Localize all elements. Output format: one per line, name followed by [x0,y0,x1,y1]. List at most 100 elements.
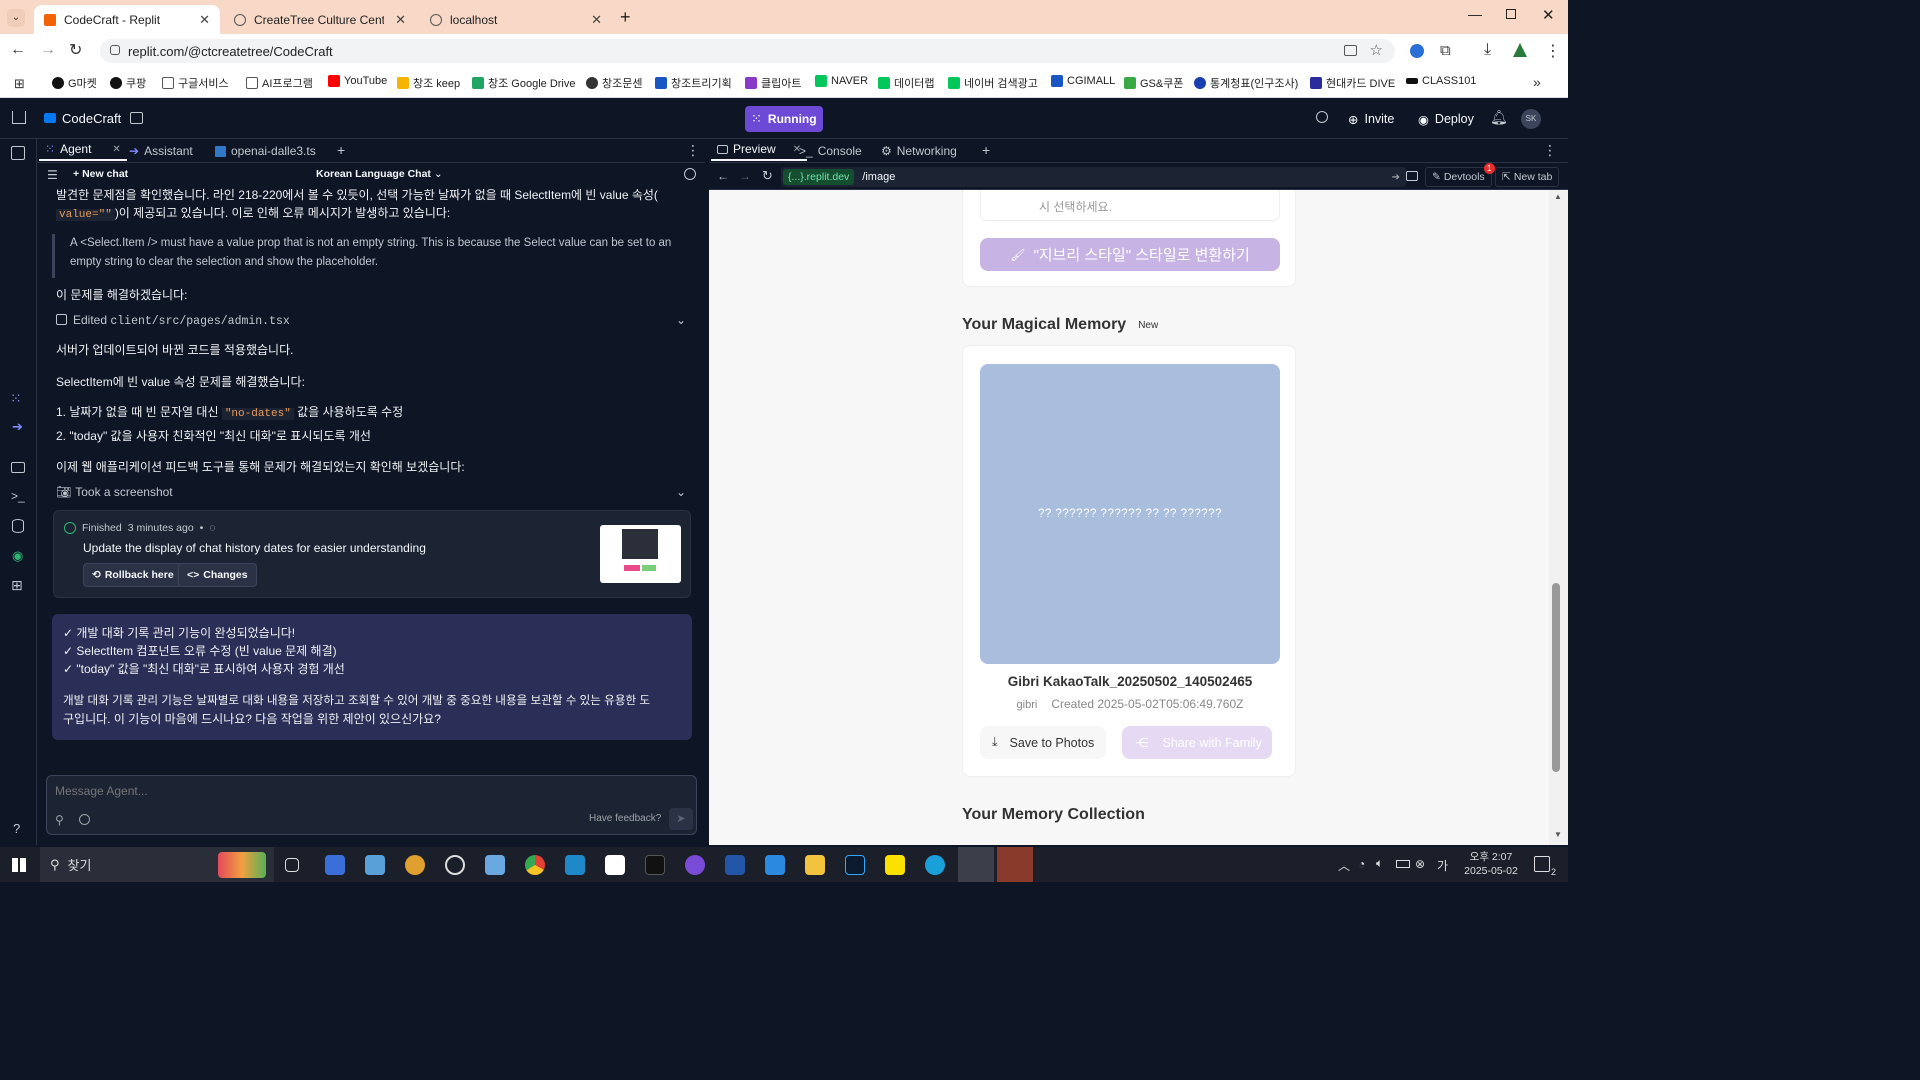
send-button[interactable]: ➤ [669,808,693,830]
message-input[interactable] [55,782,685,800]
help-icon[interactable]: ? [13,821,20,836]
app-icon[interactable] [765,855,785,875]
apps-grid-icon[interactable]: ⊞ [14,76,25,92]
tab-openai-dalle3[interactable]: openai-dalle3.ts [209,139,322,163]
app-icon[interactable] [445,855,465,875]
generated-image[interactable]: ?? ?????? ?????? ?? ?? ?????? [980,364,1280,664]
device-icon[interactable] [1406,171,1418,181]
tab-list-button[interactable]: ⌄ [7,9,25,27]
install-app-icon[interactable] [1344,45,1357,56]
changes-button[interactable]: <> Changes [178,563,257,587]
tray-chevron-icon[interactable]: ︿ [1338,857,1350,874]
clock[interactable]: 오후 2:07 2025-05-02 [1462,850,1520,878]
app-icon[interactable] [645,855,665,875]
bookmark-item[interactable]: 클립아트 [745,75,801,91]
share-with-family-button[interactable]: ⋲ Share with Family [1122,726,1272,759]
notion-icon[interactable] [605,855,625,875]
bookmark-item[interactable]: 데이터랩 [878,75,934,91]
bookmark-folder[interactable]: AI프로그램 [246,75,313,91]
tab-console[interactable]: >_ Console [793,139,868,163]
invite-button[interactable]: ⊕ Invite [1342,107,1400,131]
add-tab-button[interactable]: + [337,142,345,158]
chrome-active-icon[interactable] [958,847,994,882]
bookmark-item[interactable]: GS&쿠폰 [1124,75,1183,91]
app-icon[interactable] [685,855,705,875]
profile-icon[interactable] [1513,43,1527,57]
chat-title-dropdown[interactable]: Korean Language Chat ⌄ [316,168,443,180]
preview-url-field[interactable]: {...}.replit.dev /image ➔ [781,167,1406,187]
checkpoint-thumbnail[interactable] [600,525,681,583]
tab-assistant[interactable]: ➔ Assistant [123,139,199,163]
url-field[interactable]: replit.com/@ctcreatetree/CodeCraft ☆ [100,39,1395,63]
devtools-button[interactable]: ✎ Devtools 1 [1425,163,1495,187]
deployments-icon[interactable]: ◉ [12,548,23,564]
app-active-icon[interactable] [997,847,1033,882]
assistant-icon[interactable]: ➔ [12,419,23,435]
bookmark-item[interactable]: YouTube [328,75,387,87]
extension-icon[interactable] [1410,44,1424,58]
photoshop-icon[interactable] [845,855,865,875]
edited-file-row[interactable]: Edited client/src/pages/admin.tsx ⌄ [56,311,686,331]
chevron-down-icon[interactable]: ⌄ [676,311,686,329]
new-tab-button[interactable]: ⇱ New tab [1495,167,1560,187]
wifi-icon[interactable]: ◔ [1358,857,1365,871]
save-to-photos-button[interactable]: ⤓ Save to Photos [980,726,1107,759]
deploy-button[interactable]: ◉ Deploy [1412,107,1480,131]
bookmark-item[interactable]: 창조문센 [586,75,642,91]
layout-icon[interactable] [130,112,143,124]
bookmark-item[interactable]: G마켓 [52,75,97,91]
powershell-icon[interactable] [725,855,745,875]
chevron-down-icon[interactable]: ⌄ [676,483,686,501]
bookmark-item[interactable]: 창조트리기획 [655,75,732,91]
database-icon[interactable] [12,519,24,533]
close-window-button[interactable]: ✕ [1542,6,1555,24]
feedback-link[interactable]: Have feedback? [589,813,661,824]
bookmark-star-icon[interactable]: ☆ [1370,41,1383,59]
ghibli-convert-button[interactable]: 🖌︎ "지브리 스타일" 스타일로 변환하기 [980,238,1280,271]
download-icon[interactable]: ⤓ [1484,41,1491,59]
back-icon[interactable]: ← [717,169,729,183]
agent-icon[interactable]: ⁙ [10,390,22,407]
search-icon[interactable] [1316,111,1328,123]
puzzle-icon[interactable]: ⧉ [1440,42,1451,59]
forward-icon[interactable]: → [40,41,56,59]
menu-icon[interactable]: ⋮ [1545,41,1561,61]
pane-menu-icon[interactable]: ⋮ [686,142,700,159]
all-tools-icon[interactable]: ⊞ [11,577,23,594]
taskbar-search[interactable]: ⚲ 찾기 [40,847,274,882]
bookmark-item[interactable]: CLASS101 [1406,75,1476,87]
battery-icon[interactable] [1396,860,1410,868]
run-button[interactable]: ⁙ Running [745,106,823,132]
tab-agent[interactable]: ⁙ Agent ✕ [39,139,127,161]
close-tab-icon[interactable]: ✕ [112,144,120,155]
mention-icon[interactable] [79,814,90,825]
bookmark-item[interactable]: 현대카드 DIVE [1310,75,1395,91]
history-icon[interactable] [684,168,696,180]
back-icon[interactable]: ← [10,41,26,59]
browser-tab-localhost[interactable]: localhost ✕ [420,5,612,34]
app-icon[interactable] [405,855,425,875]
rollback-button[interactable]: ⟲ Rollback here [83,563,183,587]
new-chat-button[interactable]: + New chat [73,168,128,180]
console-icon[interactable]: >_ [11,489,25,503]
preview-scrollbar[interactable]: ▲ ▼ [1549,190,1568,845]
network-icon[interactable]: ⊗ [1415,857,1425,871]
task-view-icon[interactable] [285,858,299,872]
open-arrow-icon[interactable]: ➔ [1392,172,1400,183]
app-icon[interactable] [365,855,385,875]
app-icon[interactable] [485,855,505,875]
bookmark-item[interactable]: 네이버 검색광고 [948,75,1038,91]
forward-icon[interactable]: → [739,169,751,183]
bookmark-item[interactable]: 창조 Google Drive [472,75,576,91]
scrollbar-thumb[interactable] [1552,583,1560,772]
bookmark-item[interactable]: 통계청표(인구조사) [1194,75,1298,91]
bookmark-item[interactable]: 창조 keep [397,75,460,91]
bookmark-folder[interactable]: 구글서비스 [162,75,229,91]
files-icon[interactable] [11,146,25,160]
bell-icon[interactable]: 🔔︎ [1490,109,1508,126]
app-icon[interactable] [565,855,585,875]
tab-networking[interactable]: ⚙︎ Networking [875,139,963,163]
close-tab-icon[interactable]: ✕ [199,12,210,28]
site-info-icon[interactable] [110,45,120,55]
project-name[interactable]: CodeCraft [62,111,121,126]
